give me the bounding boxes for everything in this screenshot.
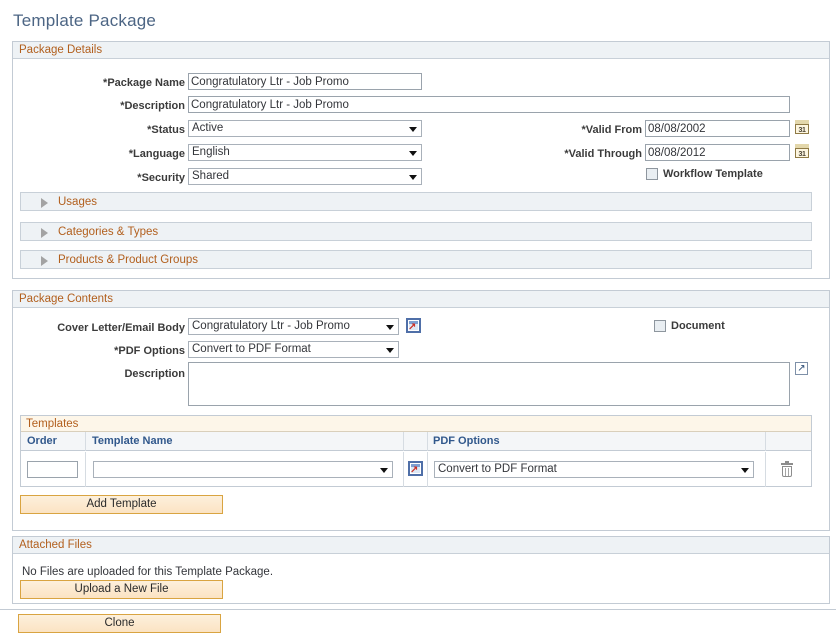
package-name-label: *Package Name (103, 77, 185, 89)
column-divider (85, 432, 86, 451)
expand-textarea-icon[interactable]: ↗ (795, 362, 808, 375)
column-header-pdf-options: PDF Options (433, 435, 500, 447)
order-input[interactable] (27, 461, 78, 478)
security-dropdown[interactable]: Shared (188, 168, 422, 185)
collapsible-products-product-groups[interactable]: Products & Product Groups (20, 250, 812, 269)
row-divider (427, 452, 428, 487)
status-dropdown[interactable]: Active (188, 120, 422, 137)
row-divider (765, 452, 766, 487)
pdf-options-value: Convert to PDF Format (192, 343, 311, 355)
templates-grid-header: Templates (21, 416, 811, 432)
column-header-order: Order (27, 435, 57, 447)
table-row: ↗ Convert to PDF Format (21, 452, 811, 487)
document-checkbox[interactable] (654, 320, 666, 332)
pdf-options-dropdown[interactable]: Convert to PDF Format (188, 341, 399, 358)
collapsible-categories-types[interactable]: Categories & Types (20, 222, 812, 241)
security-label: *Security (137, 172, 185, 184)
template-name-dropdown[interactable] (93, 461, 393, 478)
contents-description-label: Description (124, 368, 185, 380)
row-divider (85, 452, 86, 487)
chevron-down-icon (380, 468, 388, 473)
calendar-icon-glyph: 31 (798, 127, 806, 134)
open-window-icon-template-name[interactable]: ↗ (408, 461, 423, 476)
cover-letter-dropdown[interactable]: Congratulatory Ltr - Job Promo (188, 318, 399, 335)
chevron-down-icon (741, 468, 749, 473)
chevron-right-icon (41, 228, 48, 238)
valid-from-input[interactable] (645, 120, 790, 137)
workflow-template-checkbox[interactable] (646, 168, 658, 180)
language-label: *Language (128, 148, 185, 160)
upload-new-file-button[interactable]: Upload a New File (20, 580, 223, 599)
trash-lid (781, 463, 793, 465)
clone-button[interactable]: Clone (18, 614, 221, 633)
column-header-template-name: Template Name (92, 435, 173, 447)
status-label: *Status (147, 124, 185, 136)
calendar-icon-valid-through[interactable]: 31 (795, 144, 809, 158)
chevron-down-icon (409, 175, 417, 180)
package-details-header: Package Details (13, 42, 829, 59)
package-contents-header: Package Contents (13, 291, 829, 308)
red-arrow-glyph: ↗ (410, 465, 419, 476)
column-divider (403, 432, 404, 451)
open-window-icon-cover-letter[interactable]: ↗ (406, 318, 421, 333)
description-label: *Description (120, 100, 185, 112)
language-value: English (192, 146, 230, 158)
chevron-down-icon (409, 151, 417, 156)
chevron-right-icon (41, 256, 48, 266)
footer-divider (0, 609, 836, 610)
red-arrow-glyph: ↗ (408, 322, 417, 333)
template-package-page: Template Package Package Details *Packag… (0, 0, 836, 639)
chevron-down-icon (386, 325, 394, 330)
chevron-right-icon (41, 198, 48, 208)
contents-description-textarea[interactable] (188, 362, 790, 406)
attached-files-header: Attached Files (13, 537, 829, 554)
package-name-input[interactable] (188, 73, 422, 90)
templates-grid-column-headers: Order Template Name PDF Options (21, 432, 811, 451)
document-checkbox-label: Document (671, 320, 725, 332)
workflow-template-label: Workflow Template (663, 168, 763, 180)
chevron-down-icon (409, 127, 417, 132)
chevron-down-icon (386, 348, 394, 353)
row-pdf-options-dropdown[interactable]: Convert to PDF Format (434, 461, 754, 478)
page-title: Template Package (13, 11, 157, 30)
add-template-button[interactable]: Add Template (20, 495, 223, 514)
valid-through-input[interactable] (645, 144, 790, 161)
collapsible-usages[interactable]: Usages (20, 192, 812, 211)
row-pdf-options-value: Convert to PDF Format (438, 463, 557, 475)
pdf-options-label: *PDF Options (114, 345, 185, 357)
calendar-icon-valid-from[interactable]: 31 (795, 120, 809, 134)
cover-letter-label: Cover Letter/Email Body (57, 322, 185, 334)
collapsible-products-product-groups-label: Products & Product Groups (58, 254, 198, 266)
trash-can (782, 466, 792, 477)
collapsible-categories-types-label: Categories & Types (58, 226, 159, 238)
language-dropdown[interactable]: English (188, 144, 422, 161)
cover-letter-value: Congratulatory Ltr - Job Promo (192, 320, 350, 332)
column-divider (765, 432, 766, 451)
column-divider (427, 432, 428, 451)
calendar-icon-glyph: 31 (798, 151, 806, 158)
row-divider (403, 452, 404, 487)
delete-row-icon[interactable] (781, 461, 793, 477)
valid-through-label: *Valid Through (564, 148, 642, 160)
valid-from-label: *Valid From (581, 124, 642, 136)
attached-files-empty-message: No Files are uploaded for this Template … (22, 566, 274, 578)
security-value: Shared (192, 170, 230, 182)
templates-grid: Templates Order Template Name PDF Option… (20, 415, 812, 487)
status-value: Active (192, 122, 224, 134)
collapsible-usages-label: Usages (58, 196, 97, 208)
description-input[interactable] (188, 96, 790, 113)
